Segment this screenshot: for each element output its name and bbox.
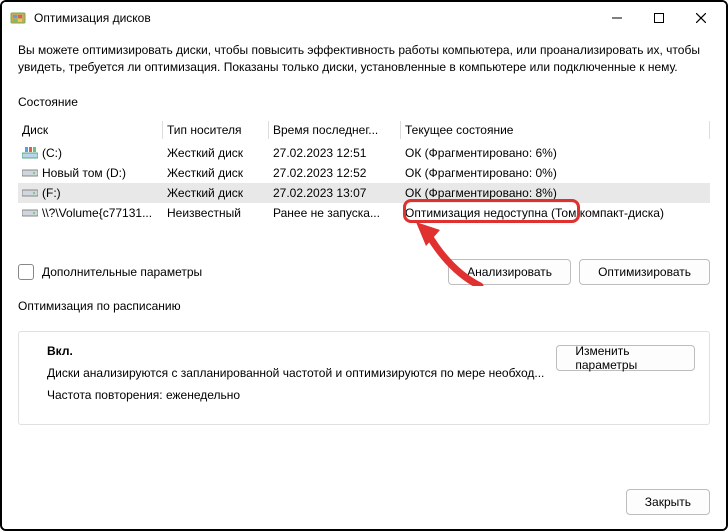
titlebar: Оптимизация дисков <box>2 2 726 34</box>
minimize-button[interactable] <box>596 3 638 33</box>
schedule-section-label: Оптимизация по расписанию <box>18 299 710 313</box>
hdd-icon <box>22 167 38 179</box>
advanced-checkbox[interactable] <box>18 264 34 280</box>
drive-last: Ранее не запуска... <box>269 206 401 220</box>
table-row[interactable]: Новый том (D:) Жесткий диск 27.02.2023 1… <box>18 163 710 183</box>
drive-media: Жесткий диск <box>163 186 269 200</box>
change-settings-button[interactable]: Изменить параметры <box>556 345 695 371</box>
drive-last: 27.02.2023 12:52 <box>269 166 401 180</box>
table-row[interactable]: (F:) Жесткий диск 27.02.2023 13:07 ОК (Ф… <box>18 183 710 203</box>
drive-name: (C:) <box>42 146 62 160</box>
close-window-button[interactable]: Закрыть <box>626 489 710 515</box>
col-state[interactable]: Текущее состояние <box>401 119 710 143</box>
drive-state: ОК (Фрагментировано: 6%) <box>401 146 710 160</box>
drive-last: 27.02.2023 13:07 <box>269 186 401 200</box>
schedule-line2: Частота повторения: еженедельно <box>47 388 544 402</box>
state-section-label: Состояние <box>18 95 710 109</box>
table-row[interactable]: (C:) Жесткий диск 27.02.2023 12:51 ОК (Ф… <box>18 143 710 163</box>
col-media[interactable]: Тип носителя <box>163 119 269 143</box>
drive-name: (F:) <box>42 186 61 200</box>
drive-state: Оптимизация недоступна (Том компакт-диск… <box>401 206 710 220</box>
schedule-status: Вкл. <box>47 344 544 358</box>
description-text: Вы можете оптимизировать диски, чтобы по… <box>18 42 710 77</box>
schedule-panel: Вкл. Диски анализируются с запланированн… <box>18 331 710 425</box>
window-title: Оптимизация дисков <box>34 11 596 25</box>
drives-table: Диск Тип носителя Время последнег... Тек… <box>18 119 710 223</box>
drive-state: ОК (Фрагментировано: 0%) <box>401 166 710 180</box>
app-icon <box>10 10 26 26</box>
drive-last: 27.02.2023 12:51 <box>269 146 401 160</box>
drive-name: Новый том (D:) <box>42 166 126 180</box>
close-button[interactable] <box>680 3 722 33</box>
advanced-label: Дополнительные параметры <box>42 265 202 279</box>
table-row[interactable]: \\?\Volume{c77131... Неизвестный Ранее н… <box>18 203 710 223</box>
drive-media: Неизвестный <box>163 206 269 220</box>
hdd-icon <box>22 207 38 219</box>
hdd-icon <box>22 187 38 199</box>
drive-name: \\?\Volume{c77131... <box>42 206 152 220</box>
analyze-button[interactable]: Анализировать <box>448 259 571 285</box>
optimize-drives-window: Оптимизация дисков Вы можете оптимизиров… <box>2 2 726 529</box>
drive-state: ОК (Фрагментировано: 8%) <box>401 186 710 200</box>
optimize-button[interactable]: Оптимизировать <box>579 259 710 285</box>
col-disk[interactable]: Диск <box>18 119 163 143</box>
os-drive-icon <box>22 147 38 159</box>
col-last[interactable]: Время последнег... <box>269 119 401 143</box>
drive-media: Жесткий диск <box>163 166 269 180</box>
schedule-line1: Диски анализируются с запланированной ча… <box>47 366 544 380</box>
drive-media: Жесткий диск <box>163 146 269 160</box>
maximize-button[interactable] <box>638 3 680 33</box>
table-header: Диск Тип носителя Время последнег... Тек… <box>18 119 710 143</box>
